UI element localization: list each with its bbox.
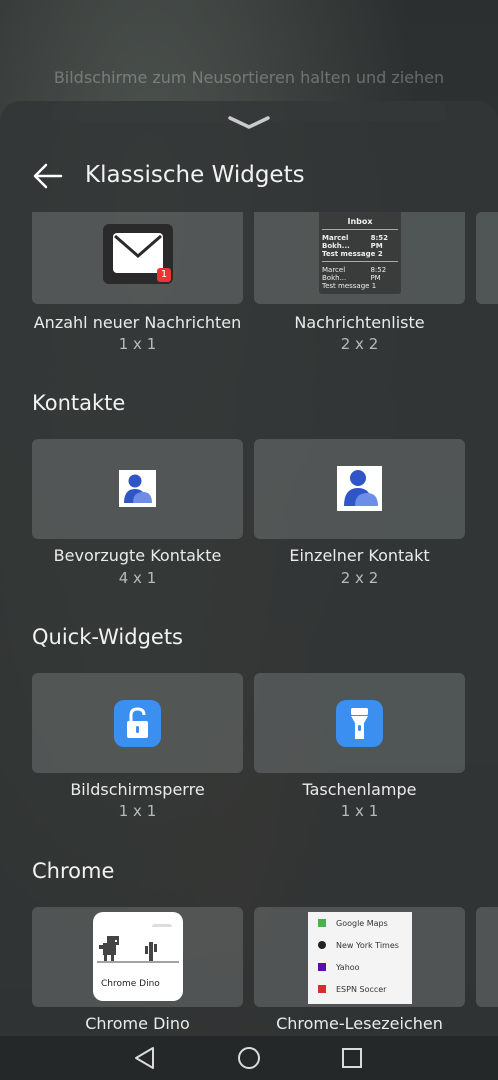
widget-name: Chrome-Lesezeichen [276, 1014, 443, 1033]
widget-name: Chrome Dino [85, 1014, 190, 1033]
widget-name: Einzelner Kontakt [289, 546, 430, 565]
widget-size: 4 x 1 [118, 569, 157, 587]
widget-tile-new-messages-count[interactable]: 1 [32, 212, 243, 304]
mail-icon: 1 [103, 224, 173, 284]
widget-name: Nachrichtenliste [294, 313, 425, 332]
background-hint-text: Bildschirme zum Neusortieren halten und … [53, 68, 445, 87]
inbox-preview: Inbox Marcel Bokh... 8:52 PM Test messag… [319, 212, 401, 294]
nyt-icon [318, 941, 326, 949]
widget-name: Taschenlampe [302, 780, 417, 799]
bookmark-label: ESPN Soccer [336, 984, 387, 994]
chevron-down-icon[interactable] [226, 113, 272, 131]
unlock-icon [114, 700, 161, 747]
bookmark-item: Google Maps [308, 912, 412, 934]
dino-preview-label: Chrome Dino [101, 979, 160, 989]
widget-name: Bildschirmsperre [70, 780, 205, 799]
widget-tile-favorite-contacts[interactable] [32, 439, 243, 539]
flashlight-icon [336, 700, 383, 747]
bookmark-item: New York Times [308, 934, 412, 956]
home-circle-icon[interactable] [233, 1042, 265, 1074]
widget-size: 2 x 2 [340, 335, 379, 353]
unread-count-badge: 1 [157, 268, 171, 282]
contact-icon [337, 466, 382, 511]
widget-tile-single-contact[interactable] [254, 439, 465, 539]
inbox-sender: Marcel Bokh... [322, 234, 350, 250]
bookmark-label: Yahoo [336, 962, 360, 972]
widget-size: 1 x 1 [340, 802, 379, 820]
inbox-time: 8:52 PM [370, 266, 387, 282]
inbox-subject: Test message 1 [322, 282, 377, 290]
inbox-time: 8:52 PM [370, 234, 389, 250]
contact-icon [119, 470, 156, 507]
bookmarks-preview: Google Maps New York Times Yahoo ESPN So… [308, 912, 412, 1004]
bookmark-item: ESPN Soccer [308, 978, 412, 1000]
widget-size: 1 x 1 [118, 335, 157, 353]
dino-icon [97, 924, 179, 963]
bookmark-label: New York Times [336, 940, 399, 950]
bookmark-label: Google Maps [336, 918, 388, 928]
inbox-subject: Test message 2 [322, 250, 398, 262]
widget-tile-partial[interactable] [476, 212, 498, 304]
espn-icon [318, 985, 326, 993]
maps-icon [318, 919, 326, 927]
widget-tile-chrome-bookmarks[interactable]: Google Maps New York Times Yahoo ESPN So… [254, 907, 465, 1007]
inbox-sender: Marcel Bokh... [322, 266, 347, 282]
widget-list[interactable]: 1 Anzahl neuer Nachrichten 1 x 1 Inbox M… [0, 212, 498, 1036]
recents-square-icon[interactable] [336, 1042, 368, 1074]
section-title-contacts: Kontakte [32, 391, 126, 415]
bookmark-item: Yahoo [308, 956, 412, 978]
widget-size: 1 x 1 [118, 802, 157, 820]
widget-name: Anzahl neuer Nachrichten [33, 313, 242, 332]
header: Klassische Widgets [0, 157, 498, 205]
widget-tile-flashlight[interactable] [254, 673, 465, 773]
widget-sheet: Klassische Widgets 1 Anzahl neuer Nachri… [0, 101, 498, 1036]
inbox-row: Marcel Bokh... 8:52 PM [322, 262, 398, 282]
widget-size: 2 x 2 [340, 569, 379, 587]
widget-tile-chrome-dino[interactable]: Chrome Dino [32, 907, 243, 1007]
section-title-quick-widgets: Quick-Widgets [32, 625, 183, 649]
yahoo-icon [318, 963, 326, 971]
inbox-row: Marcel Bokh... 8:52 PM [322, 230, 398, 250]
inbox-title: Inbox [322, 212, 398, 230]
navigation-bar [0, 1036, 498, 1080]
widget-tile-screen-lock[interactable] [32, 673, 243, 773]
back-triangle-icon[interactable] [129, 1042, 161, 1074]
widget-tile-partial[interactable] [476, 907, 498, 1007]
dino-preview: Chrome Dino [93, 912, 183, 1001]
widget-name: Bevorzugte Kontakte [53, 546, 222, 565]
page-title: Klassische Widgets [85, 162, 305, 188]
back-arrow-icon[interactable] [28, 157, 68, 197]
widget-tile-message-list[interactable]: Inbox Marcel Bokh... 8:52 PM Test messag… [254, 212, 465, 304]
section-title-chrome: Chrome [32, 859, 115, 883]
